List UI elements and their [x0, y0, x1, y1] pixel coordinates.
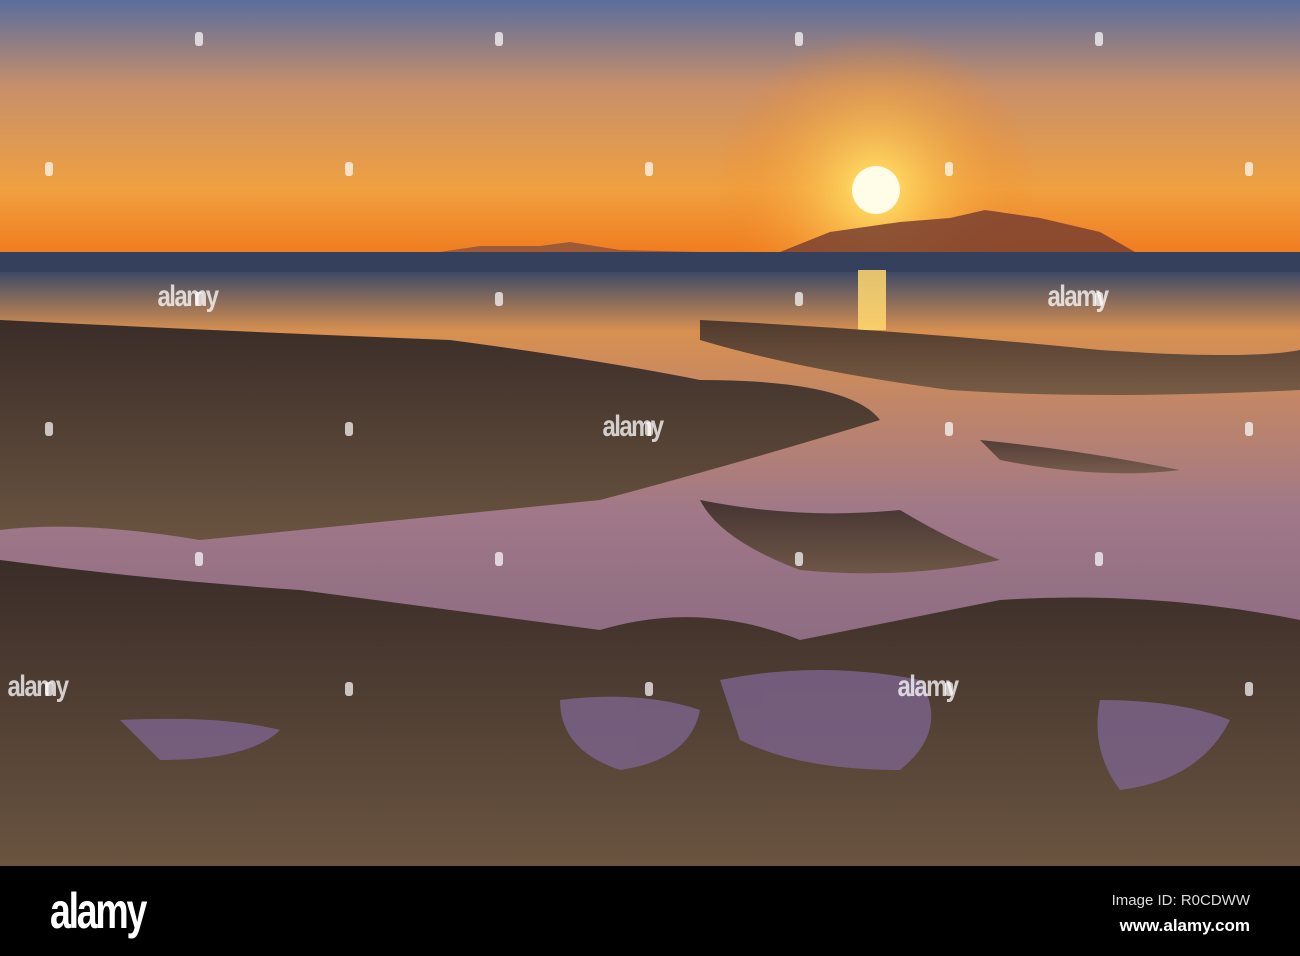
watermark-dot — [495, 552, 503, 566]
image-id: Image ID: R0CDWW — [1111, 892, 1250, 909]
watermark-text: alamy — [157, 280, 220, 313]
watermark-dot — [945, 162, 953, 176]
watermark-dot — [195, 552, 203, 566]
watermark-dot — [795, 292, 803, 306]
watermark-dot — [645, 162, 653, 176]
sun-reflection — [858, 270, 886, 330]
watermark-dot — [195, 32, 203, 46]
watermark-dot — [1245, 422, 1253, 436]
watermark-dot — [645, 682, 653, 696]
stock-photo: alamy alamy alamy alamy alamy alamy Imag… — [0, 0, 1300, 956]
website-link[interactable]: www.alamy.com — [1120, 916, 1250, 936]
watermark-dot — [45, 422, 53, 436]
watermark-dot — [345, 682, 353, 696]
watermark-dot — [1095, 32, 1103, 46]
watermark-dot — [945, 422, 953, 436]
watermark-dot — [345, 422, 353, 436]
watermark-dot — [495, 292, 503, 306]
watermark-dot — [345, 162, 353, 176]
footer-bar: alamy Image ID: R0CDWW www.alamy.com — [0, 866, 1300, 956]
watermark-dot — [495, 32, 503, 46]
watermark-dot — [645, 422, 653, 436]
watermark-dot — [45, 682, 53, 696]
watermark-text: alamy — [7, 670, 70, 703]
watermark-dot — [795, 32, 803, 46]
watermark-dot — [1245, 162, 1253, 176]
watermark-dot — [195, 292, 203, 306]
watermark-text: alamy — [602, 410, 665, 443]
watermark-dot — [45, 162, 53, 176]
watermark-dot — [795, 552, 803, 566]
watermark-dot — [1095, 552, 1103, 566]
sun — [852, 166, 900, 214]
watermark-dot — [1245, 682, 1253, 696]
sea — [0, 252, 1300, 272]
watermark-dot — [1095, 292, 1103, 306]
watermark-dot — [945, 682, 953, 696]
alamy-logo: alamy — [50, 883, 147, 939]
